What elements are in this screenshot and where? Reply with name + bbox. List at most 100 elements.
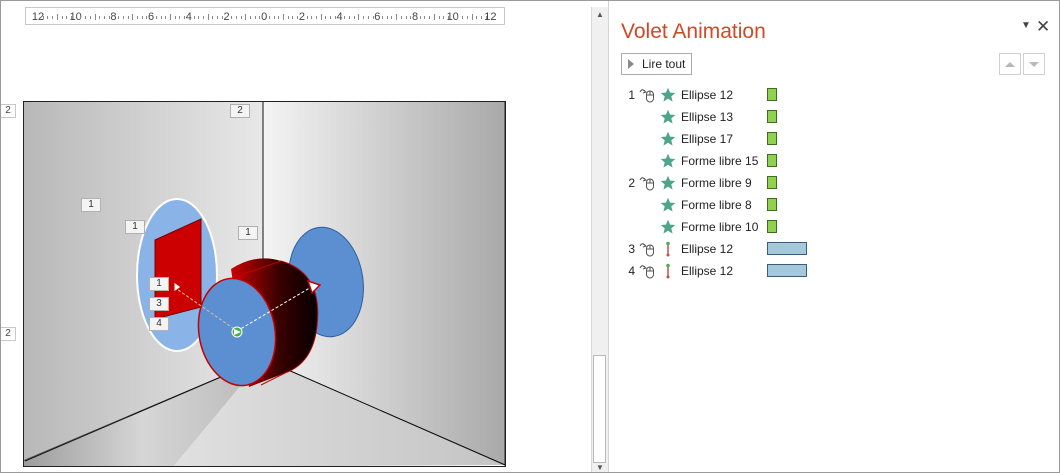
motion-path-icon xyxy=(660,241,676,257)
ruler-tick xyxy=(155,16,157,19)
ruler-tick xyxy=(438,16,440,19)
ruler-tick xyxy=(61,16,63,19)
vertical-scrollbar[interactable]: ▲ ▼ xyxy=(591,7,608,472)
ruler-tick xyxy=(287,16,289,19)
slide-editor: 12 10 8 6 4 2 0 2 4 6 8 10 12 2 2 2 1 1 … xyxy=(1,1,591,472)
ruler-tick xyxy=(202,16,204,19)
timing-bar[interactable] xyxy=(767,132,777,145)
ruler-tick xyxy=(424,16,426,19)
ruler-label: 2 xyxy=(223,11,230,23)
timing-bar[interactable] xyxy=(767,110,777,123)
animation-tag[interactable]: 1 xyxy=(81,198,101,212)
ruler-tick xyxy=(136,16,138,19)
mouse-click-icon xyxy=(637,263,655,279)
ruler-tick xyxy=(476,16,478,19)
timing-bar[interactable] xyxy=(767,264,807,277)
chevron-down-icon[interactable]: ▼ xyxy=(1021,20,1031,31)
timing-bar[interactable] xyxy=(767,154,777,167)
ruler-tick xyxy=(433,14,435,20)
close-icon[interactable]: ✕ xyxy=(1036,17,1050,37)
move-down-button[interactable] xyxy=(1023,53,1045,75)
animation-list-item[interactable]: 4 Ellipse 12 xyxy=(609,260,1049,282)
animation-tag[interactable]: 1 xyxy=(238,226,258,240)
animation-tag[interactable]: 2 xyxy=(230,104,250,118)
ruler-tick xyxy=(132,14,134,20)
ruler-tick xyxy=(330,16,332,19)
ruler-tick xyxy=(198,16,200,19)
timing-bar[interactable] xyxy=(767,198,777,211)
timing-bar[interactable] xyxy=(767,176,777,189)
ruler-label: 4 xyxy=(336,11,343,23)
ruler-tick xyxy=(268,16,270,19)
ruler-tick xyxy=(457,16,459,19)
play-icon xyxy=(628,59,634,69)
ruler-tick xyxy=(349,16,351,19)
timing-bar[interactable] xyxy=(767,242,807,255)
animation-list-item[interactable]: 2 Forme libre 9 xyxy=(609,172,1049,194)
ruler-tick xyxy=(141,16,143,19)
ruler-tick xyxy=(344,16,346,19)
move-up-button[interactable] xyxy=(999,53,1021,75)
scroll-down-icon[interactable]: ▼ xyxy=(592,460,608,472)
star-icon xyxy=(660,131,676,147)
ruler-tick xyxy=(245,14,247,20)
animation-order-number: 4 xyxy=(628,264,635,278)
ruler-tick xyxy=(306,16,308,19)
animation-tag[interactable]: 1 xyxy=(149,277,169,291)
ruler-tick xyxy=(193,16,195,19)
horizontal-ruler: 12 10 8 6 4 2 0 2 4 6 8 10 12 xyxy=(25,7,505,25)
ruler-tick xyxy=(103,16,105,19)
ruler-tick xyxy=(89,16,91,19)
ruler-tick xyxy=(235,16,237,19)
mouse-click-icon xyxy=(637,87,655,103)
slide-canvas[interactable]: 2 1 1 1 1 3 4 xyxy=(22,100,506,467)
animation-list-item[interactable]: Ellipse 13 xyxy=(609,106,1049,128)
ruler-tick xyxy=(443,16,445,19)
animation-list-item[interactable]: Ellipse 17 xyxy=(609,128,1049,150)
star-icon xyxy=(660,109,676,125)
animation-target-name: Forme libre 10 xyxy=(681,220,759,234)
animation-tag[interactable]: 4 xyxy=(149,317,169,331)
ruler-label: 4 xyxy=(185,11,192,23)
ruler-tick xyxy=(169,14,171,20)
star-icon xyxy=(660,175,676,191)
ruler-tick xyxy=(99,16,101,19)
ruler-tick xyxy=(160,16,162,19)
ruler-tick xyxy=(391,16,393,19)
ruler-tick xyxy=(217,16,219,19)
ruler-tick xyxy=(325,16,327,19)
animation-list: 1 Ellipse 12 Ellipse 13 Ellipse 17 Forme lib… xyxy=(609,84,1049,282)
ruler-tick xyxy=(316,16,318,19)
ruler-tick xyxy=(212,16,214,19)
animation-list-item[interactable]: Forme libre 10 xyxy=(609,216,1049,238)
ruler-tick xyxy=(80,16,82,19)
animation-list-item[interactable]: 3 Ellipse 12 xyxy=(609,238,1049,260)
animation-list-item[interactable]: Forme libre 8 xyxy=(609,194,1049,216)
timing-bar[interactable] xyxy=(767,220,777,233)
animation-list-item[interactable]: Forme libre 15 xyxy=(609,150,1049,172)
timing-bar[interactable] xyxy=(767,88,777,101)
ruler-tick xyxy=(174,16,176,19)
animation-target-name: Ellipse 13 xyxy=(681,110,734,124)
arrow-up-icon xyxy=(1005,61,1015,67)
ruler-tick xyxy=(254,16,256,19)
scroll-thumb[interactable] xyxy=(593,355,606,463)
animation-list-item[interactable]: 1 Ellipse 12 xyxy=(609,84,1049,106)
animation-target-name: Ellipse 17 xyxy=(681,132,734,146)
ruler-tick xyxy=(386,16,388,19)
scroll-up-icon[interactable]: ▲ xyxy=(592,7,608,23)
ruler-tick xyxy=(429,16,431,19)
animation-target-name: Forme libre 8 xyxy=(681,198,752,212)
ruler-tick xyxy=(320,14,322,20)
animation-tag[interactable]: 3 xyxy=(149,297,169,311)
ruler-tick xyxy=(179,16,181,19)
animation-target-name: Ellipse 12 xyxy=(681,242,734,256)
animation-order-number: 3 xyxy=(628,242,635,256)
ruler-tick xyxy=(283,14,285,20)
play-all-button[interactable]: Lire tout xyxy=(621,53,693,75)
animation-order-number: 2 xyxy=(628,176,635,190)
animation-tag[interactable]: 1 xyxy=(125,220,145,234)
ruler-tick xyxy=(278,16,280,19)
animation-target-name: Forme libre 15 xyxy=(681,154,759,168)
ruler-label: 2 xyxy=(298,11,305,23)
